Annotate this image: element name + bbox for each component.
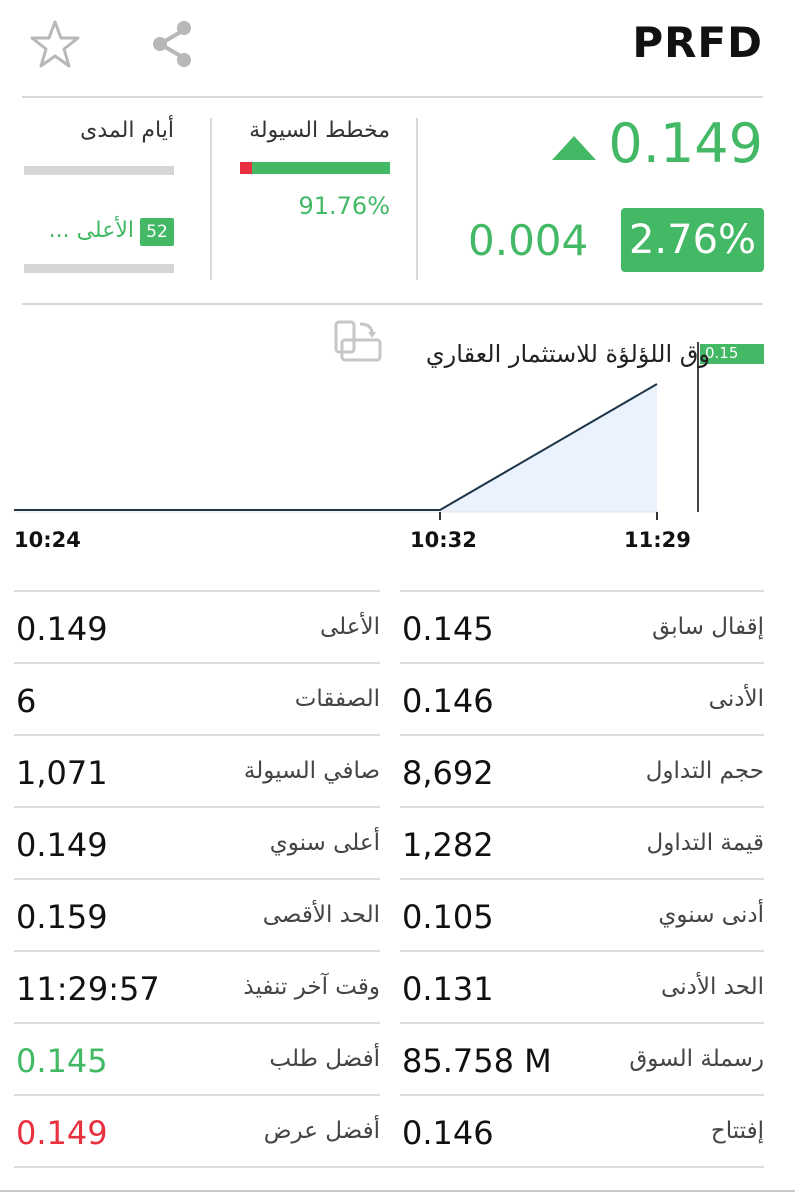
stat-label: أعلى سنوي xyxy=(269,830,380,856)
stat-label: قيمة التداول xyxy=(646,830,765,856)
star-icon[interactable] xyxy=(28,18,82,72)
stat-label: الحد الأدنى xyxy=(661,974,764,1000)
stat-row-best-bid: 0.145 أفضل طلب xyxy=(14,1022,380,1094)
stat-label: الأعلى xyxy=(319,614,380,640)
stat-value: 0.105 xyxy=(402,898,494,936)
stat-label: صافي السيولة xyxy=(243,758,380,784)
stat-row-last-trade-time: 11:29:57 وقت آخر تنفيذ xyxy=(14,950,380,1022)
range-days-title: أيام المدى xyxy=(80,118,174,143)
stat-row-trades: 6 الصفقات xyxy=(14,662,380,734)
stat-row-market-cap: 85.758 M رسملة السوق xyxy=(400,1022,764,1094)
stat-value: 11:29:57 xyxy=(16,970,160,1008)
stat-value: 0.159 xyxy=(16,898,108,936)
stat-row-net-liquidity: 1,071 صافي السيولة xyxy=(14,734,380,806)
table-bottom-divider xyxy=(14,1166,764,1168)
stat-label: أفضل عرض xyxy=(263,1118,380,1144)
stat-row-year-low: 0.105 أدنى سنوي xyxy=(400,878,764,950)
company-name: وق اللؤلؤة للاستثمار العقاري xyxy=(425,340,710,368)
stat-row-volume: 8,692 حجم التداول xyxy=(400,734,764,806)
stat-row-low: 0.146 الأدنى xyxy=(400,662,764,734)
stat-row-lower-limit: 0.131 الحد الأدنى xyxy=(400,950,764,1022)
liquidity-bar xyxy=(240,162,390,174)
up-arrow-icon xyxy=(550,134,598,164)
stat-value: 0.145 xyxy=(16,1042,108,1080)
stat-value: 1,071 xyxy=(16,754,108,792)
stat-row-prev-close: 0.145 إقفال سابق xyxy=(400,590,764,662)
stat-label: أدنى سنوي xyxy=(658,902,764,928)
range-bar-top xyxy=(24,166,174,175)
liquidity-bar-outflow xyxy=(240,162,252,174)
stat-value: 8,692 xyxy=(402,754,494,792)
chart-price-tag-text: 0.15 xyxy=(705,344,738,362)
stat-value: 1,282 xyxy=(402,826,494,864)
section-divider xyxy=(210,118,212,280)
stat-value: 0.131 xyxy=(402,970,494,1008)
liquidity-percent: 91.76% xyxy=(298,192,390,220)
rotate-device-icon[interactable] xyxy=(330,318,386,366)
stat-row-upper-limit: 0.159 الحد الأقصى xyxy=(14,878,380,950)
x-tick-label: 10:24 xyxy=(14,528,81,552)
last-price: 0.149 xyxy=(608,112,763,175)
x-tick-label: 10:32 xyxy=(410,528,477,552)
stat-label: حجم التداول xyxy=(645,758,764,784)
stat-label: أفضل طلب xyxy=(269,1046,380,1072)
stat-value: 0.145 xyxy=(402,610,494,648)
bottom-bar-divider xyxy=(0,1190,795,1192)
stat-row-best-ask: 0.149 أفضل عرض xyxy=(14,1094,380,1166)
stat-label: إفتتاح xyxy=(710,1118,764,1144)
stat-row-open: 0.146 إفتتاح xyxy=(400,1094,764,1166)
stat-value: 0.149 xyxy=(16,826,108,864)
stat-label: رسملة السوق xyxy=(629,1046,764,1072)
week-52-badge: 52 xyxy=(140,218,174,246)
stat-label: إقفال سابق xyxy=(652,614,764,640)
liquidity-title: مخطط السيولة xyxy=(249,118,390,143)
section-divider xyxy=(416,118,418,280)
stat-label: وقت آخر تنفيذ xyxy=(243,974,380,1000)
stat-value: 0.146 xyxy=(402,682,494,720)
stat-value: 0.149 xyxy=(16,1114,108,1152)
range-high-label[interactable]: الأعلى ... xyxy=(36,218,134,243)
price-change-percent[interactable]: 2.76% xyxy=(621,208,764,272)
stat-value: 6 xyxy=(16,682,37,720)
stat-label: الصفقات xyxy=(294,686,380,712)
stat-value: 0.146 xyxy=(402,1114,494,1152)
price-change: 0.004 xyxy=(468,216,589,265)
stat-row-turnover: 1,282 قيمة التداول xyxy=(400,806,764,878)
range-bar-bottom xyxy=(24,264,174,273)
stat-row-year-high: 0.149 أعلى سنوي xyxy=(14,806,380,878)
stat-label: الأدنى xyxy=(708,686,764,712)
share-icon[interactable] xyxy=(148,18,198,70)
chart-divider xyxy=(22,303,763,305)
stat-value: 85.758 M xyxy=(402,1042,552,1080)
stat-label: الحد الأقصى xyxy=(262,902,380,928)
header-divider xyxy=(22,96,763,98)
stat-row-high: 0.149 الأعلى xyxy=(14,590,380,662)
stat-value: 0.149 xyxy=(16,610,108,648)
x-tick-label: 11:29 xyxy=(624,528,691,552)
stock-symbol: PRFD xyxy=(632,18,763,67)
